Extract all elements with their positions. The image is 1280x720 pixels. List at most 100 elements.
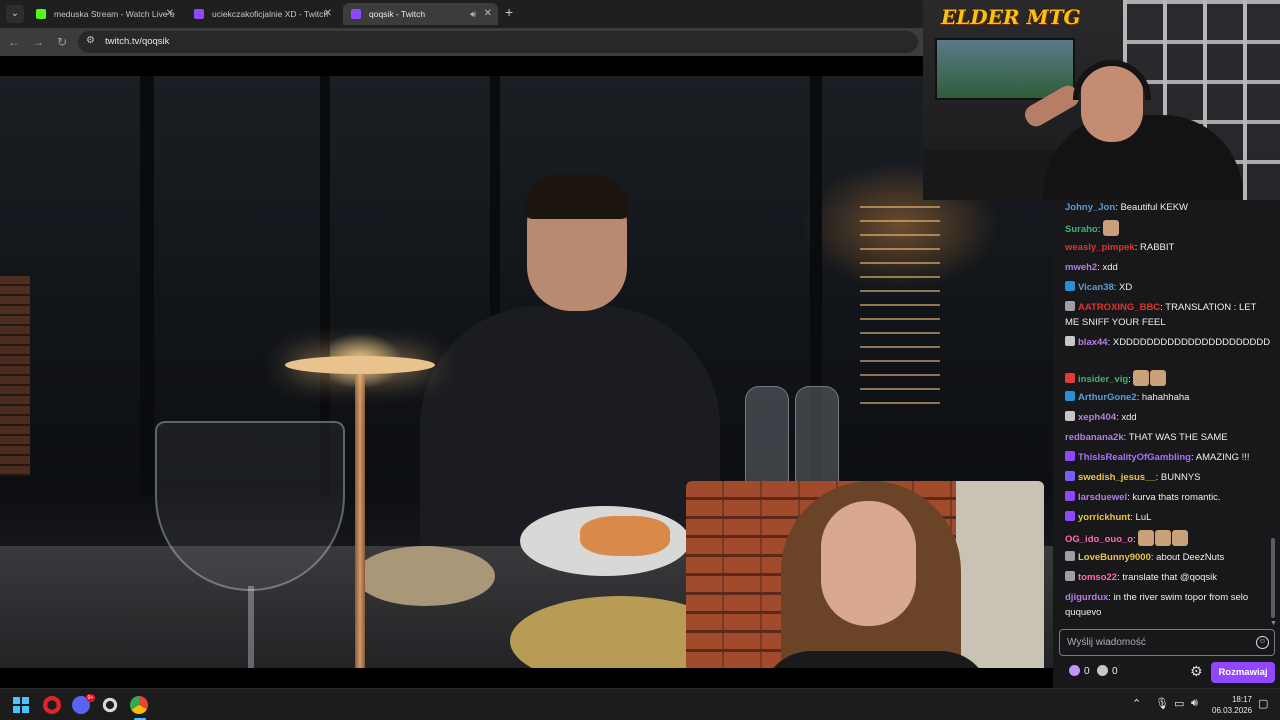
clock-date: 06.03.2026 — [1212, 706, 1253, 715]
chrome-icon[interactable] — [130, 696, 148, 714]
bits-icon — [1069, 665, 1080, 676]
stream-video-frame — [0, 76, 1053, 668]
table-lamp-shade — [285, 356, 435, 374]
microphone-icon[interactable]: 🎙︎ — [1155, 697, 1169, 710]
chat-username[interactable]: redbanana2k — [1065, 432, 1124, 443]
chat-emote-icon[interactable] — [1133, 370, 1150, 386]
tab-search-icon[interactable]: ⌄ — [6, 5, 24, 23]
chat-username[interactable]: Vican38 — [1078, 282, 1114, 293]
channel-points-counter[interactable]: 0 — [1097, 665, 1118, 677]
close-icon[interactable]: ✕ — [324, 3, 332, 25]
chat-badge-icon[interactable] — [1065, 571, 1075, 581]
chat-emote-icon[interactable] — [1150, 370, 1167, 386]
chat-message: OG_ido_ouo_o: — [1065, 530, 1271, 547]
close-icon[interactable]: ✕ — [166, 3, 174, 25]
reload-icon[interactable]: ↻ — [53, 33, 71, 51]
serving-pan — [355, 546, 495, 606]
scroll-down-arrow-icon[interactable]: ▼ — [1270, 620, 1277, 627]
chat-emote-icon[interactable] — [1138, 530, 1155, 546]
speaker-icon[interactable]: 🔊︎ — [470, 3, 476, 25]
chat-username[interactable]: Suraho — [1065, 224, 1098, 235]
chat-username[interactable]: ArthurGone2 — [1078, 392, 1137, 403]
picture-in-picture-camera — [686, 481, 1044, 668]
chat-scrollbar[interactable] — [1271, 538, 1275, 618]
chat-username[interactable]: weasly_pimpek — [1065, 242, 1135, 253]
chat-send-button[interactable]: Rozmawiaj — [1211, 662, 1275, 683]
chat-input[interactable] — [1067, 630, 1247, 655]
tab-meduska[interactable]: meduska Stream - Watch Live o ✕ — [28, 3, 180, 25]
twitch-favicon-icon — [351, 9, 361, 19]
tray-overflow-chevron-icon[interactable]: ⌃ — [1132, 697, 1141, 710]
emoji-picker-icon[interactable]: ☺ — [1256, 636, 1269, 649]
chat-message-text: xdd — [1102, 262, 1118, 273]
chat-username[interactable]: ThisIsRealityOfGambling — [1078, 452, 1191, 463]
volume-icon[interactable]: 🔊︎ — [1191, 697, 1198, 710]
tab-qoqsik[interactable]: qoqsik - Twitch 🔊︎ ✕ — [343, 3, 498, 25]
obs-icon[interactable] — [101, 696, 119, 714]
tab-title: meduska Stream - Watch Live o — [54, 9, 175, 19]
chat-username[interactable]: tomso22 — [1078, 572, 1117, 583]
water-bottle — [795, 386, 839, 496]
chat-badge-icon[interactable] — [1065, 491, 1075, 501]
chat-badge-icon[interactable] — [1065, 411, 1075, 421]
discord-badge: 9+ — [86, 694, 95, 702]
desk — [923, 150, 1063, 200]
notification-icon[interactable]: ▢ — [1258, 697, 1268, 710]
chat-username[interactable]: mweh2 — [1065, 262, 1097, 273]
chat-panel: Johny_Jon: Beautiful KEKW Suraho: weasly_… — [1053, 200, 1280, 688]
video-player[interactable] — [0, 56, 1053, 688]
chat-message: larsduewel: kurva thats romantic. — [1065, 490, 1271, 505]
forward-icon[interactable]: → — [29, 33, 47, 51]
chat-username[interactable]: LoveBunny9000 — [1078, 552, 1151, 563]
network-icon[interactable]: ▭ — [1174, 697, 1184, 710]
start-icon[interactable] — [13, 697, 29, 713]
chat-badge-icon[interactable] — [1065, 451, 1075, 461]
chat-badge-icon[interactable] — [1065, 336, 1075, 346]
bits-counter[interactable]: 0 — [1069, 665, 1090, 677]
chat-badge-icon[interactable] — [1065, 551, 1075, 561]
chat-username[interactable]: swedish_jesus__ — [1078, 472, 1156, 483]
wine-glass-stem — [248, 586, 254, 668]
discord-icon[interactable]: 9+ — [72, 694, 95, 714]
streamer-hair — [525, 174, 629, 219]
chat-username[interactable]: larsduewel — [1078, 492, 1127, 503]
guest-shirt — [761, 651, 991, 668]
chat-message: LoveBunny9000: about DeezNuts — [1065, 550, 1271, 565]
chat-username[interactable]: insider_vig — [1078, 374, 1128, 385]
tab-uciekczakoficjalnie[interactable]: uciekczakoficjalnie XD - Twitch ✕ — [186, 3, 338, 25]
chat-badge-icon[interactable] — [1065, 511, 1075, 521]
chat-input-box[interactable]: ☺ — [1059, 629, 1275, 656]
back-icon[interactable]: ← — [5, 33, 23, 51]
chat-message-text: kurva thats romantic. — [1132, 492, 1221, 503]
new-tab-icon[interactable]: + — [505, 4, 513, 20]
chat-username[interactable]: djigurdux — [1065, 592, 1108, 603]
chat-badge-icon[interactable] — [1065, 301, 1075, 311]
chat-settings-gear-icon[interactable]: ⚙ — [1190, 663, 1203, 680]
chat-username[interactable]: xeph404 — [1078, 412, 1116, 423]
chat-badge-icon[interactable] — [1065, 471, 1075, 481]
chat-emote-icon[interactable] — [1155, 530, 1172, 546]
chat-message: yorrickhunt: LuL — [1065, 510, 1271, 525]
chat-username[interactable]: yorrickhunt — [1078, 512, 1130, 523]
chat-message-list[interactable]: Johny_Jon: Beautiful KEKW Suraho: weasly_… — [1053, 200, 1280, 620]
opera-icon[interactable] — [43, 696, 61, 714]
chat-message-text: XD — [1119, 282, 1133, 293]
chat-username[interactable]: AATROXING_BBC — [1078, 302, 1160, 313]
twitch-favicon-icon — [194, 9, 204, 19]
chat-message-text: XDDDDDDDDDDDDDDDDDDDDDD — [1112, 337, 1271, 348]
system-clock[interactable]: 18:17 06.03.2026 — [1212, 694, 1252, 716]
chat-username[interactable]: blax44 — [1078, 337, 1108, 348]
chat-badge-icon[interactable] — [1065, 281, 1075, 291]
chat-username[interactable]: OG_ido_ouo_o — [1065, 534, 1133, 545]
tab-title: qoqsik - Twitch — [369, 9, 426, 19]
chat-emote-icon[interactable] — [1172, 530, 1189, 546]
close-icon[interactable]: ✕ — [484, 3, 492, 25]
chat-badge-icon[interactable] — [1065, 391, 1075, 401]
chat-badge-icon[interactable] — [1065, 373, 1075, 383]
address-bar[interactable]: ⚙ twitch.tv/qoqsik — [78, 31, 918, 53]
chat-message: tomso22: translate that @qoqsik — [1065, 570, 1271, 585]
chat-username[interactable]: Johny_Jon — [1065, 202, 1115, 213]
site-info-icon[interactable]: ⚙ — [86, 35, 95, 46]
chat-emote-icon[interactable] — [1103, 220, 1120, 236]
chat-message: weasly_pimpek: RABBIT — [1065, 242, 1175, 253]
